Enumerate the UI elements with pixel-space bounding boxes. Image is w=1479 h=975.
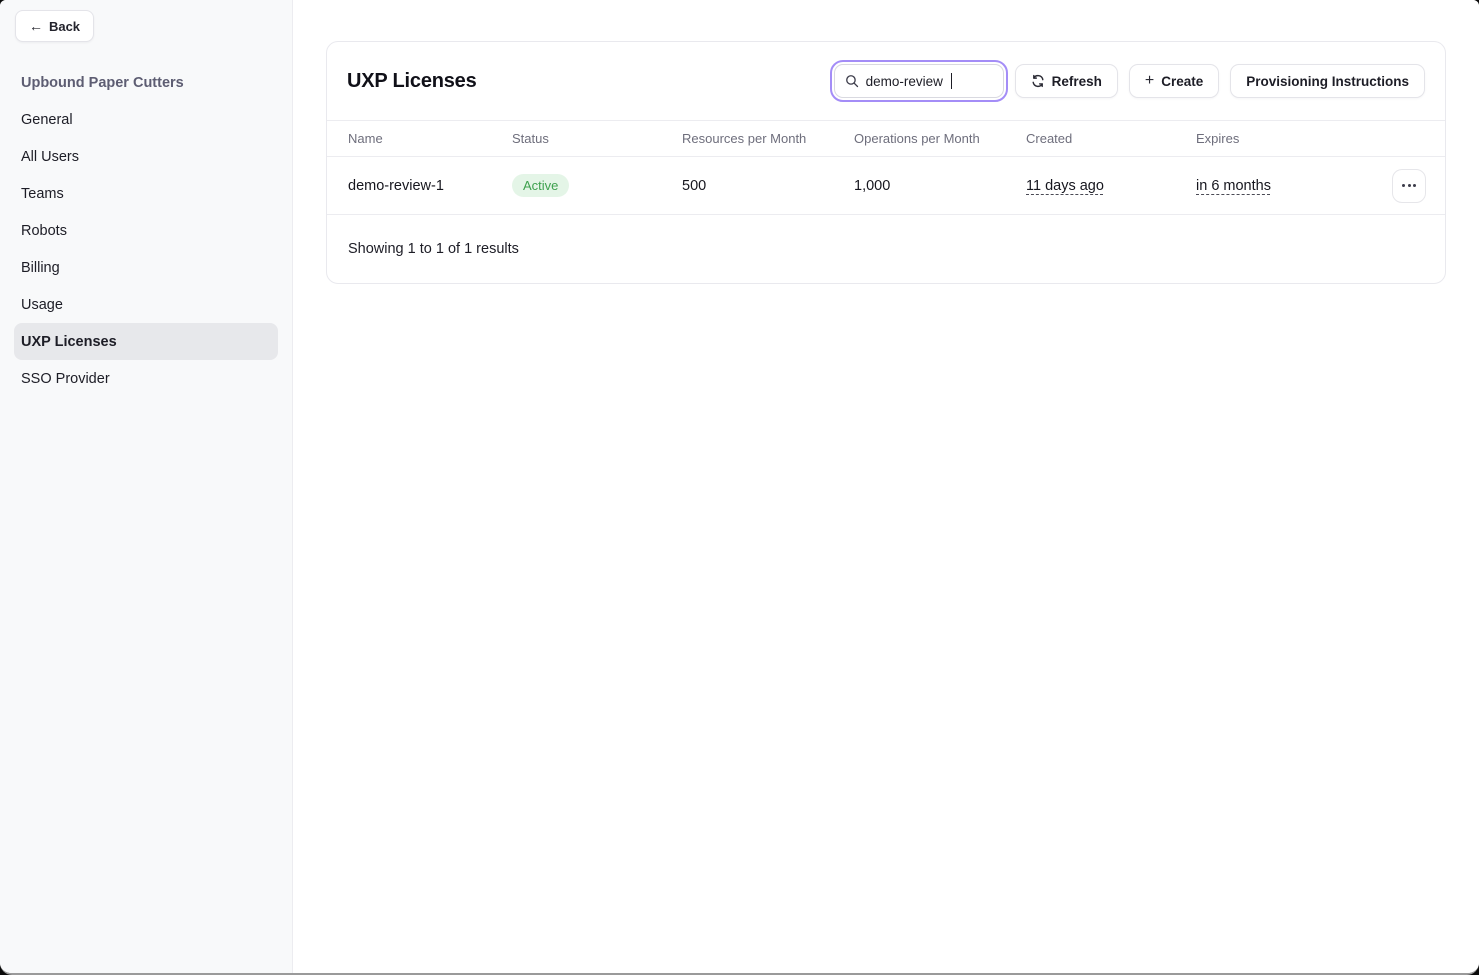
sidebar-item-usage[interactable]: Usage <box>14 286 278 323</box>
provisioning-instructions-label: Provisioning Instructions <box>1246 74 1409 89</box>
plus-icon: + <box>1145 73 1154 89</box>
cell-expires: in 6 months <box>1195 178 1391 194</box>
create-button-label: Create <box>1161 74 1203 89</box>
card-header: UXP Licenses demo-review <box>327 42 1445 120</box>
refresh-button-label: Refresh <box>1052 74 1102 89</box>
sidebar-item-all-users[interactable]: All Users <box>14 138 278 175</box>
refresh-button[interactable]: Refresh <box>1015 64 1118 98</box>
search-input[interactable]: demo-review <box>834 64 1004 98</box>
create-button[interactable]: + Create <box>1129 64 1219 98</box>
cell-status: Active <box>511 174 681 197</box>
row-actions-menu-button[interactable] <box>1392 169 1426 203</box>
sidebar-item-uxp-licenses[interactable]: UXP Licenses <box>14 323 278 360</box>
page-title: UXP Licenses <box>347 70 477 93</box>
back-button-label: Back <box>49 19 80 34</box>
search-icon <box>845 74 859 88</box>
sidebar-item-general[interactable]: General <box>14 101 278 138</box>
uxp-licenses-card: UXP Licenses demo-review <box>326 41 1446 284</box>
cell-operations-per-month: 1,000 <box>853 178 1025 194</box>
cell-license-name: demo-review-1 <box>347 178 511 194</box>
back-arrow-icon: ← <box>29 19 43 33</box>
settings-sidebar: ← Back Upbound Paper Cutters General All… <box>0 0 293 973</box>
sidebar-org-heading: Upbound Paper Cutters <box>14 64 278 101</box>
created-relative-time[interactable]: 11 days ago <box>1026 178 1104 194</box>
cell-resources-per-month: 500 <box>681 178 853 194</box>
table-row: demo-review-1 Active 500 1,000 11 days a… <box>327 157 1445 214</box>
column-header-operations: Operations per Month <box>853 131 1025 146</box>
results-summary: Showing 1 to 1 of 1 results <box>327 214 1445 283</box>
column-header-name: Name <box>347 131 511 146</box>
back-button[interactable]: ← Back <box>15 10 94 42</box>
provisioning-instructions-button[interactable]: Provisioning Instructions <box>1230 64 1425 98</box>
sidebar-nav: Upbound Paper Cutters General All Users … <box>0 64 292 397</box>
column-header-expires: Expires <box>1195 131 1391 146</box>
ellipsis-icon <box>1402 184 1405 187</box>
column-header-status: Status <box>511 131 681 146</box>
column-header-resources: Resources per Month <box>681 131 853 146</box>
refresh-icon <box>1031 74 1045 88</box>
sidebar-item-billing[interactable]: Billing <box>14 249 278 286</box>
cell-actions <box>1391 169 1425 203</box>
sidebar-item-sso-provider[interactable]: SSO Provider <box>14 360 278 397</box>
header-controls: demo-review Refresh + <box>834 64 1425 98</box>
search-value: demo-review <box>866 74 943 89</box>
sidebar-item-robots[interactable]: Robots <box>14 212 278 249</box>
cell-created: 11 days ago <box>1025 178 1195 194</box>
status-badge: Active <box>512 174 569 197</box>
app-window: ← Back Upbound Paper Cutters General All… <box>0 0 1479 975</box>
text-caret <box>951 73 953 89</box>
expires-relative-time[interactable]: in 6 months <box>1196 178 1271 194</box>
table-header-row: Name Status Resources per Month Operatio… <box>327 120 1445 157</box>
main-content: UXP Licenses demo-review <box>293 0 1479 973</box>
column-header-created: Created <box>1025 131 1195 146</box>
sidebar-item-teams[interactable]: Teams <box>14 175 278 212</box>
